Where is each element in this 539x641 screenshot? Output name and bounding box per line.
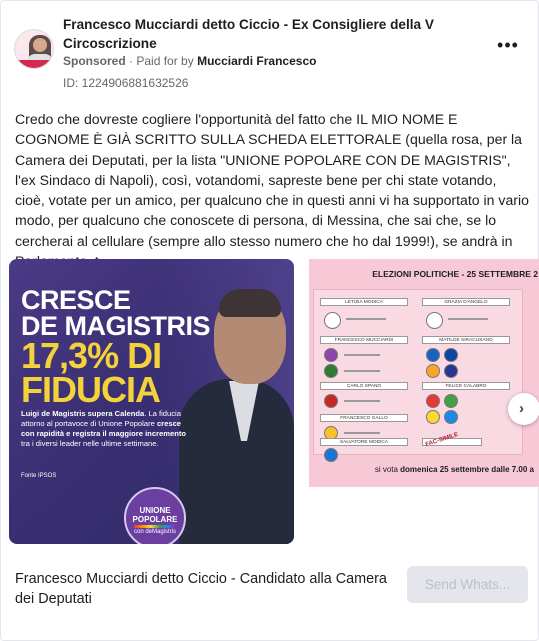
cta-title[interactable]: Francesco Mucciardi detto Ciccio - Candi… [15,569,395,609]
page-name-link[interactable]: Francesco Mucciardi detto Ciccio - Ex Co… [63,15,463,53]
desc-bold-1: Luigi de Magistris supera Calenda [21,409,145,418]
headline-line1: CRESCE [21,285,131,315]
ballot-line [346,318,386,320]
ballot-title: ELEZIONI POLITICHE - 25 SETTEMBRE 2 [372,269,538,279]
page-avatar[interactable] [14,29,54,69]
party-symbol [426,394,440,408]
party-symbol [426,364,440,378]
avatar-band [15,60,53,68]
chevron-right-icon: › [519,400,524,417]
image-carousel: CRESCE DE MAGISTRIS 17,3% DI FIDUCIA Lui… [1,255,539,555]
paid-for-name: Mucciardi Francesco [197,54,317,68]
desc-normal-2: tra i diversi leader nelle ultime settim… [21,439,159,448]
ad-id: ID: 1224906881632526 [63,76,189,90]
ad-body-text: Credo che dovreste cogliere l'opportunit… [15,111,529,269]
slide-source: Fonte IPSOS [21,473,57,479]
party-symbol [444,410,458,424]
unione-popolare-logo: UNIONE POPOLARE con deMagistris [124,487,186,544]
ballot-candidate: SALVATORE MODICA [320,438,408,446]
slide-description: Luigi de Magistris supera Calenda. La fi… [21,409,191,449]
ballot-footer-date: domenica 25 settembre dalle 7.00 a [400,465,534,474]
more-options-icon[interactable]: ••• [495,36,521,57]
party-symbol [324,364,338,378]
ballot-sheet: LETIZIA MODICA GRAZIA D'ANGELO FRANCESCO… [313,289,523,462]
logo-rainbow-stripe [134,525,176,528]
party-symbol [324,312,341,329]
party-symbol [444,348,458,362]
send-whatsapp-button[interactable]: Send Whats... [407,566,528,603]
paid-for-prefix: Paid for by [136,54,194,68]
logo-line1: UNIONE [139,506,171,515]
ballot-line [344,400,380,402]
ballot-candidate: LETIZIA MODICA [320,298,408,306]
avatar-face [33,38,47,52]
logo-line2: POPOLARE [132,515,178,524]
party-symbol [324,448,338,462]
logo-text: UNIONE POPOLARE [126,506,184,524]
carousel-slide-ballot[interactable]: ELEZIONI POLITICHE - 25 SETTEMBRE 2 LETI… [309,259,539,487]
ballot-line [448,318,488,320]
carousel-slide-demagistris[interactable]: CRESCE DE MAGISTRIS 17,3% DI FIDUCIA Lui… [9,259,294,544]
ballot-candidate: FELICE CALABRO [422,382,510,390]
party-symbol [444,394,458,408]
sponsored-label: Sponsored [63,54,126,68]
party-symbol [444,364,458,378]
party-symbol [324,394,338,408]
party-symbol [426,312,443,329]
ballot-candidate: GRAZIA D'ANGELO [422,298,510,306]
slide-headline-top: CRESCE DE MAGISTRIS [21,285,211,340]
ballot-line [344,370,380,372]
headline-line4: FIDUCIA [21,369,161,410]
party-symbol [324,348,338,362]
headline-line3: 17,3% DI [21,335,162,376]
ballot-footer-prefix: si vota [374,465,401,474]
ballot-line [344,354,380,356]
sponsor-line: Sponsored · Paid for by Mucciardi France… [63,54,316,68]
party-symbol [426,348,440,362]
ballot-footer: si vota domenica 25 settembre dalle 7.00… [309,465,539,474]
ballot-candidate: CARLO SPANO [320,382,408,390]
logo-line3: con deMagistris [133,529,177,535]
ad-card: Francesco Mucciardi detto Ciccio - Ex Co… [0,0,539,641]
ballot-candidate: MATILDE SIRACUSANO [422,336,510,344]
ballot-candidate: FRANCESCO GALLO [320,414,408,422]
man-hair [219,289,281,317]
slide-headline-yellow: 17,3% DI FIDUCIA [21,335,162,410]
ballot-line [344,432,380,434]
carousel-next-button[interactable]: › [508,393,539,425]
ballot-candidate: FRANCESCO MUCCIARDI [320,336,408,344]
party-symbol [426,410,440,424]
